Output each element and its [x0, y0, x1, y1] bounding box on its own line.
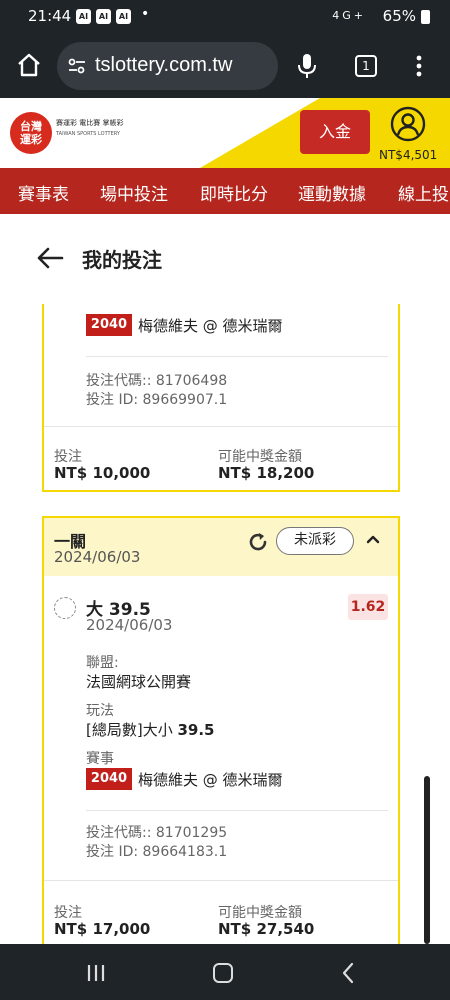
browser-toolbar: tslottery.com.tw 1	[0, 34, 450, 98]
bet-id: 投注 ID: 89669907.1	[86, 392, 228, 408]
status-bar: 21:44 AI AI AI • 4G+ 65%	[0, 0, 450, 34]
bet-date: 2024/06/03	[54, 548, 141, 566]
stake-value: NT$ 10,000	[54, 464, 151, 482]
page-title: 我的投注	[82, 248, 162, 272]
logo-badge-line: 台灣	[20, 120, 42, 133]
page-header: 我的投注	[0, 214, 450, 304]
url-text: tslottery.com.tw	[95, 54, 233, 76]
payout-value: NT$ 27,540	[218, 920, 315, 938]
payout-label: 可能中獎金額	[218, 449, 302, 465]
tab-switcher-button[interactable]: 1	[355, 55, 377, 77]
bet-id: 投注 ID: 89664183.1	[86, 844, 228, 860]
site-header: 台灣 運彩 賽運彩 電比賽 掌帳彩 TAIWAN SPORTS LOTTERY 入…	[0, 98, 450, 168]
market-value: [總局數]大小 39.5	[86, 719, 215, 740]
ai-badge-icon: AI	[116, 9, 131, 24]
ai-badge-icon: AI	[96, 9, 111, 24]
logo-badge-line: 運彩	[20, 133, 42, 146]
event-teams: 梅德維夫 @ 德米瑞爾	[138, 771, 283, 789]
notification-dot: •	[141, 6, 150, 22]
bet-code: 投注代碼:: 81701295	[86, 825, 228, 841]
refresh-icon[interactable]	[246, 530, 270, 554]
bet-code: 投注代碼:: 81706498	[86, 373, 228, 389]
microphone-icon[interactable]	[296, 52, 318, 80]
user-account-icon[interactable]	[390, 106, 426, 142]
logo-english: TAIWAN SPORTS LOTTERY	[56, 131, 120, 137]
event-teams: 梅德維夫 @ 德米瑞爾	[138, 317, 283, 335]
market-type: [總局數]大小	[86, 721, 178, 739]
selection-radio[interactable]	[54, 597, 76, 619]
chevron-up-icon[interactable]	[366, 534, 380, 544]
main-nav: 賽事表 場中投注 即時比分 運動數據 線上投	[0, 168, 450, 214]
stake-value: NT$ 17,000	[54, 920, 151, 938]
bet-card: 一關 2024/06/03 未派彩 大 39.5 2024/06/03 1.62…	[42, 516, 400, 944]
divider	[44, 426, 398, 427]
divider	[86, 356, 388, 357]
event-code-badge: 2040	[86, 314, 132, 336]
address-bar[interactable]: tslottery.com.tw	[57, 42, 278, 90]
payout-label: 可能中獎金額	[218, 905, 302, 921]
ai-badge-icon: AI	[76, 9, 91, 24]
stake-label: 投注	[54, 449, 82, 465]
event-label: 賽事	[86, 751, 114, 767]
nav-item-schedule[interactable]: 賽事表	[18, 180, 69, 205]
nav-item-live-scores[interactable]: 即時比分	[200, 180, 268, 205]
account-balance: NT$4,501	[379, 148, 438, 162]
logo-products: 賽運彩 電比賽 掌帳彩	[56, 119, 124, 127]
selection-date: 2024/06/03	[86, 616, 173, 634]
nav-item-live-betting[interactable]: 場中投注	[100, 180, 168, 205]
status-badge: 未派彩	[276, 527, 354, 555]
divider	[44, 880, 398, 881]
system-nav-bar	[0, 944, 450, 1000]
home-icon[interactable]	[16, 52, 42, 78]
event-code-badge: 2040	[86, 768, 132, 790]
back-arrow-icon[interactable]	[36, 246, 64, 270]
league-value: 法國網球公開賽	[86, 673, 192, 691]
back-nav-icon[interactable]	[342, 962, 354, 984]
status-time: 21:44	[28, 7, 72, 25]
nav-item-online[interactable]: 線上投	[398, 180, 449, 205]
market-label: 玩法	[86, 703, 114, 719]
odds-badge: 1.62	[348, 594, 388, 620]
bet-card: 2040 梅德維夫 @ 德米瑞爾 投注代碼:: 81706498 投注 ID: …	[42, 304, 400, 492]
battery-percent: 65%	[382, 7, 416, 25]
deposit-button[interactable]: 入金	[300, 110, 370, 154]
bet-card-header[interactable]: 一關 2024/06/03 未派彩	[44, 518, 398, 576]
network-indicator: 4G+	[332, 9, 366, 22]
nav-item-sports-data[interactable]: 運動數據	[298, 180, 366, 205]
scrollbar[interactable]	[424, 776, 430, 944]
league-label: 聯盟:	[86, 655, 119, 671]
logo[interactable]: 台灣 運彩	[10, 112, 52, 154]
divider	[86, 810, 388, 811]
home-button-icon[interactable]	[213, 963, 233, 983]
site-settings-icon[interactable]	[67, 56, 87, 76]
battery-icon	[421, 10, 430, 24]
stake-label: 投注	[54, 905, 82, 921]
bet-list: 2040 梅德維夫 @ 德米瑞爾 投注代碼:: 81706498 投注 ID: …	[0, 304, 450, 944]
market-line: 39.5	[177, 721, 215, 739]
logo-text: 賽運彩 電比賽 掌帳彩 TAIWAN SPORTS LOTTERY	[56, 118, 123, 140]
more-options-icon[interactable]	[415, 54, 423, 78]
payout-value: NT$ 18,200	[218, 464, 315, 482]
recent-apps-icon[interactable]	[86, 964, 106, 982]
